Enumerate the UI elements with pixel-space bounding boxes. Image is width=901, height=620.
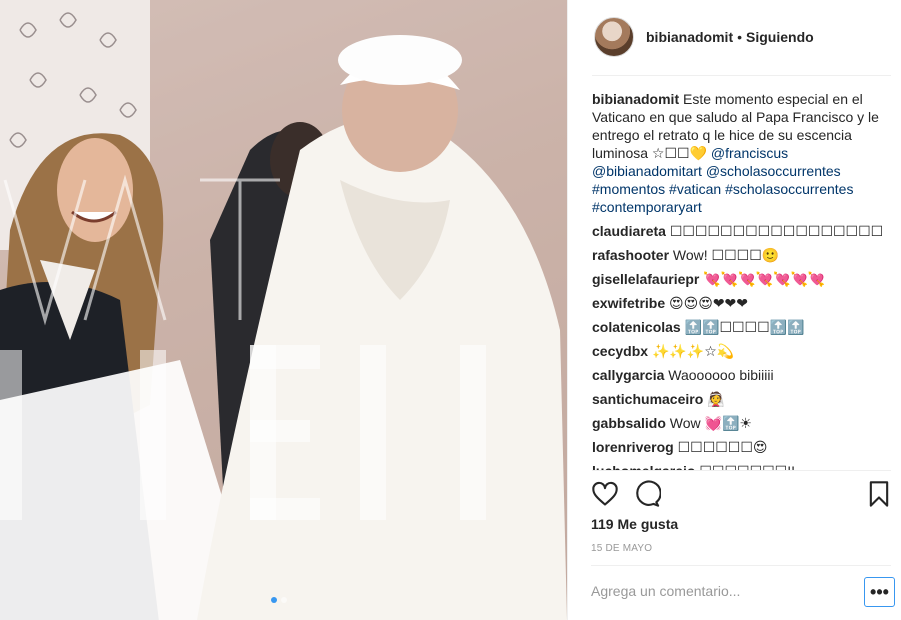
post-caption: bibianadomit Este momento especial en el… [592,90,882,216]
caption-hashtags[interactable]: #momentos #vatican #scholasoccurrentes #… [592,181,853,215]
comment-username[interactable]: claudiareta [592,223,666,239]
comment-text: 🔝🔝☐☐☐☐🔝🔝 [684,319,805,335]
comment-item: luchomelgarejo ☐☐☐☐☐☐☐!! [592,462,882,470]
comment-item: rafashooter Wow! ☐☐☐☐🙂 [592,246,882,270]
comment-username[interactable]: gabbsalido [592,415,666,431]
header-username[interactable]: bibianadomit [646,29,733,45]
comment-item: santichumaceiro 👰 [592,390,882,414]
caption-username[interactable]: bibianadomit [592,91,679,107]
carousel-indicator [271,597,287,603]
post-header: bibianadomit • Siguiendo [594,14,889,60]
comment-text: ✨✨✨☆💫 [651,343,735,359]
comment-item: gabbsalido Wow 💓🔝☀ [592,414,882,438]
post-actions [591,480,889,510]
header-separator: • [737,29,743,45]
comment-text: ☐☐☐☐☐☐😍 [677,439,768,455]
comment-username[interactable]: colatenicolas [592,319,681,335]
comment-item: colatenicolas 🔝🔝☐☐☐☐🔝🔝 [592,318,882,342]
carousel-dot [281,597,287,603]
comment-text: 👰 [707,391,725,407]
comment-input[interactable] [591,580,831,602]
comment-username[interactable]: gisellelafauriepr [592,271,699,287]
comment-username[interactable]: rafashooter [592,247,669,263]
header-divider [592,75,891,76]
actions-divider [592,470,891,471]
post-date[interactable]: 15 DE MAYO [591,543,652,554]
comments-list[interactable]: bibianadomit Este momento especial en el… [592,90,882,470]
comment-text: 😍😍😍❤❤❤ [669,295,749,311]
post-photo[interactable] [0,0,567,620]
comment-username[interactable]: lorenriverog [592,439,674,455]
comment-text: ☐☐☐☐☐☐☐☐☐☐☐☐☐☐☐☐☐☐ [669,223,882,239]
photo-illustration [0,0,567,620]
comment-username[interactable]: cecydbx [592,343,648,359]
comment-item: claudiareta ☐☐☐☐☐☐☐☐☐☐☐☐☐☐☐☐☐☐ [592,222,882,246]
comment-text: Wow! ☐☐☐☐🙂 [672,247,780,263]
comment-text: 💘💘💘💘💘💘💘 [703,271,826,287]
comment-text: ☐☐☐☐☐☐☐!! [699,463,795,470]
more-options-button[interactable]: ••• [864,577,895,607]
comment-bubble-icon[interactable] [633,480,661,508]
comment-item: cecydbx ✨✨✨☆💫 [592,342,882,366]
comment-username[interactable]: callygarcia [592,367,664,383]
comment-item: exwifetribe 😍😍😍❤❤❤ [592,294,882,318]
bookmark-icon[interactable] [865,480,893,508]
comment-username[interactable]: luchomelgarejo [592,463,695,470]
comment-item: gisellelafauriepr 💘💘💘💘💘💘💘 [592,270,882,294]
likes-count[interactable]: 119 Me gusta [591,516,678,532]
comment-username[interactable]: exwifetribe [592,295,665,311]
carousel-dot-active [271,597,277,603]
avatar[interactable] [594,17,634,57]
comment-item: callygarcia Waoooooo bibiiiii [592,366,882,390]
comment-text: Waoooooo bibiiiii [668,367,774,383]
comment-text: Wow 💓🔝☀ [669,415,752,431]
heart-icon[interactable] [591,480,619,508]
comment-box-divider [591,565,891,566]
comment-item: lorenriverog ☐☐☐☐☐☐😍 [592,438,882,462]
comment-username[interactable]: santichumaceiro [592,391,703,407]
follow-status-button[interactable]: Siguiendo [746,29,814,45]
